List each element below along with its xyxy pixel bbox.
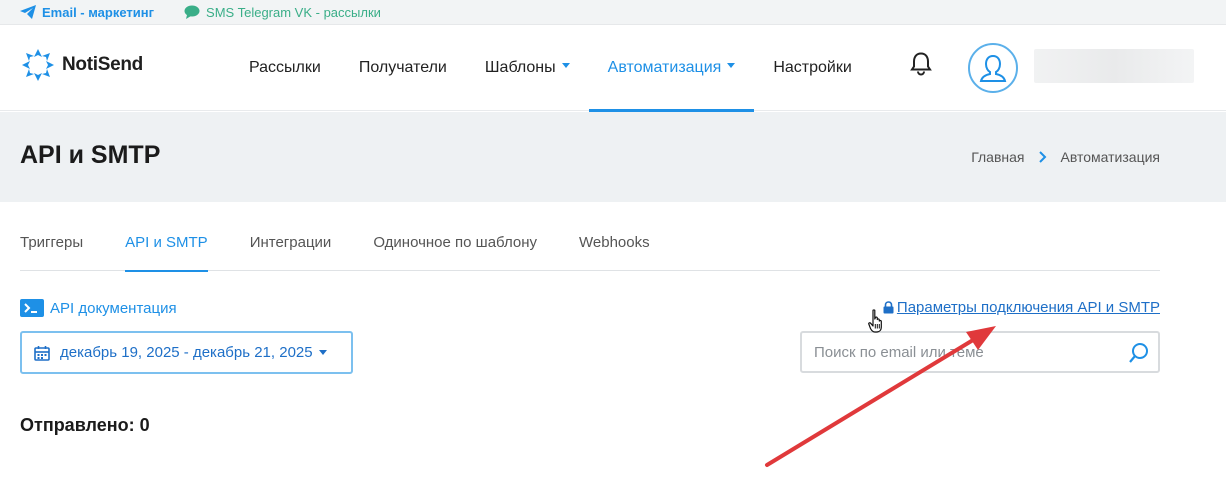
chevron-right-icon xyxy=(1038,151,1047,163)
logo[interactable]: NotiSend xyxy=(20,47,143,83)
bell-icon xyxy=(910,52,932,76)
caret-down-icon xyxy=(318,350,327,355)
terminal-icon xyxy=(20,299,44,317)
search-box xyxy=(800,331,1160,373)
tab-webhooks[interactable]: Webhooks xyxy=(579,226,650,271)
product-bar: Email - маркетинг SMS Telegram VK - расс… xyxy=(0,0,1226,25)
breadcrumb-home[interactable]: Главная xyxy=(971,149,1024,165)
breadcrumb-current: Автоматизация xyxy=(1060,149,1160,165)
nav-label: Рассылки xyxy=(249,59,321,76)
nav-item-automation[interactable]: Автоматизация xyxy=(588,25,755,112)
automation-tabs: Триггеры API и SMTP Интеграции Одиночное… xyxy=(20,226,1160,272)
avatar[interactable] xyxy=(968,43,1018,93)
api-documentation-label: API документация xyxy=(50,299,177,317)
api-documentation-link[interactable]: API документация xyxy=(20,299,177,317)
nav-item-settings[interactable]: Настройки xyxy=(754,25,870,111)
nav-item-recipients[interactable]: Получатели xyxy=(340,25,466,111)
nav-label: Автоматизация xyxy=(607,59,722,76)
notifications-button[interactable] xyxy=(910,52,932,81)
page-title: API и SMTP xyxy=(20,141,161,169)
logo-text: NotiSend xyxy=(62,54,143,75)
date-range-picker[interactable]: декабрь 19, 2025 - декабрь 21, 2025 xyxy=(20,331,353,374)
search-input[interactable] xyxy=(802,333,1112,371)
paper-plane-icon xyxy=(20,5,36,19)
email-marketing-link[interactable]: Email - маркетинг xyxy=(20,5,154,20)
sms-label: SMS Telegram VK - рассылки xyxy=(206,4,381,20)
user-name-blurred xyxy=(1034,49,1194,83)
hand-cursor-icon xyxy=(868,309,882,333)
connection-params-link[interactable]: Параметры подключения API и SMTP xyxy=(883,299,1160,316)
main-header: NotiSend Рассылки Получатели Шаблоны Авт… xyxy=(0,25,1226,112)
chat-bubble-icon xyxy=(184,5,200,19)
nav-label: Шаблоны xyxy=(484,59,556,76)
search-icon[interactable] xyxy=(1128,342,1150,369)
caret-down-icon xyxy=(561,62,570,68)
tab-triggers[interactable]: Триггеры xyxy=(20,226,83,271)
email-marketing-label: Email - маркетинг xyxy=(42,4,155,20)
user-icon xyxy=(979,54,1007,82)
nav-label: Получатели xyxy=(358,59,447,76)
main-nav: Рассылки Получатели Шаблоны Автоматизаци… xyxy=(230,25,871,112)
tab-integrations[interactable]: Интеграции xyxy=(250,226,332,271)
tab-single-template[interactable]: Одиночное по шаблону xyxy=(373,226,537,271)
breadcrumb: Главная Автоматизация xyxy=(971,149,1160,165)
tab-api-smtp[interactable]: API и SMTP xyxy=(125,226,208,272)
calendar-icon xyxy=(34,345,50,361)
nav-item-mailings[interactable]: Рассылки xyxy=(230,25,340,111)
logo-icon xyxy=(22,49,54,81)
connection-params-label: Параметры подключения API и SMTP xyxy=(896,299,1160,316)
nav-label: Настройки xyxy=(773,59,852,76)
sms-link[interactable]: SMS Telegram VK - рассылки xyxy=(184,5,381,20)
caret-down-icon xyxy=(727,62,736,68)
nav-item-templates[interactable]: Шаблоны xyxy=(466,25,589,111)
page-heading-bar: API и SMTP Главная Автоматизация xyxy=(0,112,1226,202)
date-range-value: декабрь 19, 2025 - декабрь 21, 2025 xyxy=(60,344,313,361)
sent-count: Отправлено: 0 xyxy=(20,415,150,435)
